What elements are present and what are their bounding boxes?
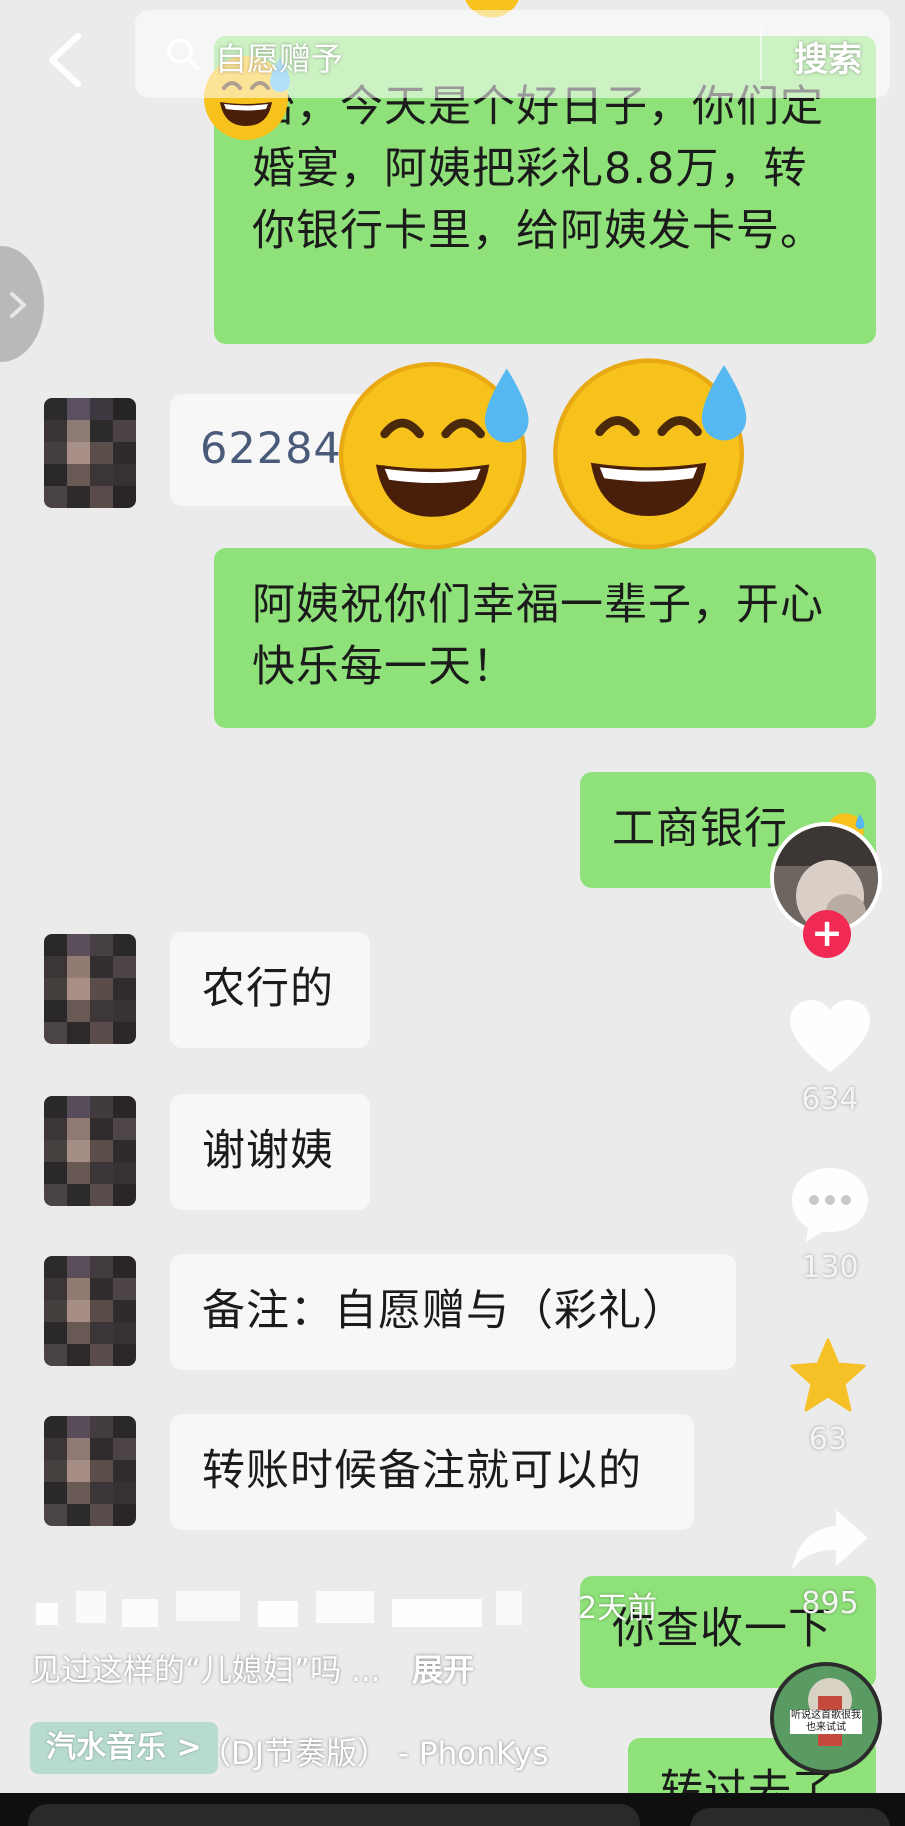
contact-avatar (44, 1256, 136, 1366)
contact-avatar (44, 398, 136, 508)
message-note: 备注：自愿赠与（彩礼） (170, 1254, 736, 1370)
grinning-sweat-emoji (338, 361, 529, 550)
chevron-right-icon[interactable] (6, 290, 30, 320)
like-heart-icon[interactable] (788, 998, 872, 1076)
search-button[interactable]: 搜索 (794, 32, 862, 81)
music-disc-caption: 听说这首歌很我也来试试 (790, 1710, 862, 1734)
search-icon (167, 38, 200, 71)
favorite-count: 63 (808, 1422, 848, 1457)
message-blessing: 阿姨祝你们幸福一辈子，开心快乐每一天！ (214, 548, 876, 728)
contact-avatar (44, 1416, 136, 1526)
like-count: 634 (801, 1082, 859, 1117)
post-time: 2天前 (578, 1591, 658, 1626)
share-icon[interactable] (790, 1506, 870, 1572)
follow-plus-button[interactable]: + (803, 910, 851, 958)
expand-caption-button[interactable]: 展开 (412, 1645, 474, 1690)
favorite-star-icon[interactable] (788, 1336, 868, 1414)
video-frame[interactable]: 怡，今天是个好日子，你们定婚宴，阿姨把彩礼8.8万，转你银行卡里，给阿姨发卡号。… (0, 0, 905, 1826)
video-caption[interactable]: 见过这样的“儿媳妇”吗 ... (30, 1645, 381, 1690)
author-name-redacted[interactable] (36, 1585, 522, 1633)
contact-avatar (44, 934, 136, 1044)
message-abc: 农行的 (170, 932, 370, 1048)
grinning-sweat-emoji (553, 358, 747, 550)
comment-icon[interactable] (788, 1164, 872, 1244)
share-count: 895 (801, 1586, 859, 1621)
music-app-link[interactable]: 汽水音乐 > (30, 1722, 218, 1774)
message-remark: 转账时候备注就可以的 (170, 1414, 694, 1530)
comment-count: 130 (801, 1250, 859, 1285)
contact-avatar (44, 1096, 136, 1206)
search-input[interactable]: 自愿赠予 (215, 34, 343, 80)
back-chevron-left-icon[interactable] (44, 32, 88, 88)
bottom-action-bar[interactable] (690, 1808, 890, 1826)
message-thanks: 谢谢姨 (170, 1094, 370, 1210)
music-disc[interactable]: 听说这首歌很我也来试试 (770, 1662, 882, 1774)
search-divider (760, 28, 762, 80)
comment-input-bar[interactable] (28, 1804, 640, 1826)
music-track-title[interactable]: （DJ节奏版） - PhonKys (200, 1728, 548, 1773)
search-bar[interactable]: 自愿赠予 搜索 (135, 10, 890, 98)
